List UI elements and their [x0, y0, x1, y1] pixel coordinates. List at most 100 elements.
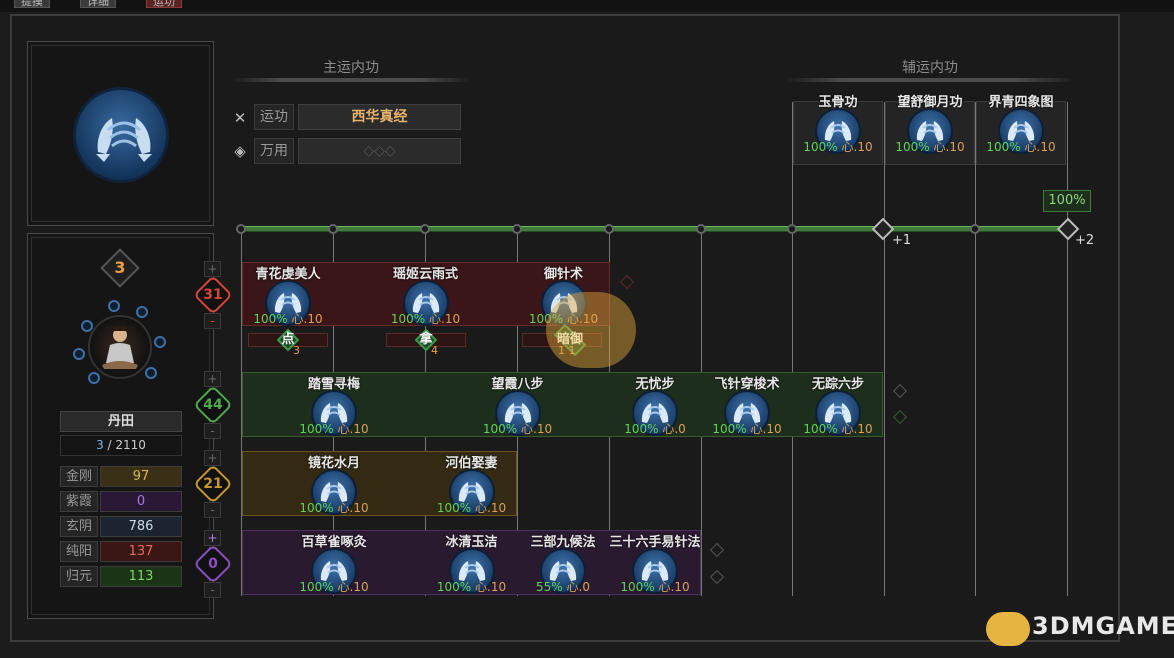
milestone-2-label: +2: [1075, 233, 1095, 248]
gem-value: 44: [203, 397, 223, 413]
track-node: [970, 224, 980, 234]
stat-row: 金刚 97: [60, 466, 182, 488]
skill-progress: 100%: [253, 312, 288, 326]
stat-name: 紫霞: [60, 491, 98, 512]
skill-stat: 55% 心.0: [517, 578, 609, 595]
grid-column-line: [975, 102, 976, 596]
progress-track: [240, 226, 1070, 232]
skill-card[interactable]: 踏雪寻梅 100% 心.10: [242, 373, 426, 437]
skill-progress: 100%: [299, 580, 334, 594]
skill-card[interactable]: 镜花水月 100% 心.10: [242, 452, 426, 516]
skill-progress: 100%: [436, 501, 472, 515]
main-section-title: 主运内功: [323, 60, 379, 76]
decrease-button[interactable]: -: [204, 313, 221, 329]
increase-button[interactable]: +: [204, 261, 221, 277]
skill-card[interactable]: 无踪六步 100% 心.10: [793, 373, 883, 437]
stat-value: 97: [100, 466, 182, 487]
stat-row: 纯阳 137: [60, 541, 182, 563]
track-node: [328, 224, 338, 234]
character-avatar[interactable]: [88, 315, 152, 379]
orbit-node-icon: [73, 348, 85, 360]
track-node: [787, 224, 797, 234]
gem-value: 31: [203, 287, 223, 303]
skill-stat: 100% 心.10: [242, 578, 426, 595]
skill-card[interactable]: 河伯娶妻 100% 心.10: [426, 452, 517, 516]
skill-card[interactable]: 三部九候法 55% 心.0: [517, 531, 609, 595]
tab-detail[interactable]: 详细: [80, 0, 116, 8]
skill-stat: 100% 心.10: [793, 420, 883, 437]
skill-card[interactable]: 界青四象图 100% 心.10: [976, 91, 1066, 155]
stat-row: 紫霞 0: [60, 491, 182, 513]
skill-xin: 心.0: [662, 422, 686, 436]
skill-progress: 55%: [536, 580, 563, 594]
skill-stat: 100% 心.10: [426, 578, 517, 595]
orbit-node-icon: [154, 336, 166, 348]
slot-label-yungong: 运功: [254, 104, 294, 130]
stat-row: 玄阴 786: [60, 516, 182, 538]
attribute-gem: 44: [193, 385, 233, 425]
skill-progress: 100%: [986, 140, 1021, 154]
grid-column-line: [884, 102, 885, 596]
attribute-gem: 21: [193, 464, 233, 504]
track-node: [696, 224, 706, 234]
dantian-label: 丹田: [60, 411, 182, 432]
gem-value: 0: [208, 556, 218, 572]
stat-name: 归元: [60, 566, 98, 587]
skill-card[interactable]: 三十六手易针法 100% 心.10: [609, 531, 701, 595]
increase-button[interactable]: +: [204, 530, 221, 546]
main-skill-emblem[interactable]: [73, 87, 169, 183]
crossed-swords-icon: ✕: [233, 109, 247, 127]
skill-xin: 心.10: [475, 580, 507, 594]
skill-xin: 心.10: [521, 422, 553, 436]
dantian-max: / 2110: [107, 438, 146, 452]
dantian-value: 3 / 2110: [60, 435, 182, 456]
tag-dian-count: 3: [293, 344, 300, 357]
skill-card[interactable]: 无忧步 100% 心.0: [609, 373, 701, 437]
aux-section-divider: [784, 78, 1076, 82]
track-node: [420, 224, 430, 234]
skill-progress: 100%: [624, 422, 659, 436]
skill-progress: 100%: [299, 501, 334, 515]
decrease-button[interactable]: -: [204, 423, 221, 439]
skill-card[interactable]: 百草雀啄灸 100% 心.10: [242, 531, 426, 595]
stat-name: 玄阴: [60, 516, 98, 537]
skill-xin: 心.10: [1024, 140, 1056, 154]
skill-xin: 心.10: [337, 580, 369, 594]
skill-xin: 心.10: [658, 580, 690, 594]
skill-card[interactable]: 飞针穿梭术 100% 心.10: [701, 373, 793, 437]
aux-section-title: 辅运内功: [902, 60, 958, 76]
skill-stat: 100% 心.10: [426, 420, 609, 437]
track-percent-badge: 100%: [1043, 190, 1091, 212]
skill-stat: 100% 心.10: [242, 310, 334, 327]
skill-progress: 100%: [803, 140, 838, 154]
skill-card[interactable]: 青花虔美人 100% 心.10: [242, 263, 334, 327]
skill-progress: 100%: [620, 580, 655, 594]
skill-progress: 100%: [390, 312, 426, 326]
stat-value: 137: [100, 541, 182, 562]
stat-value: 786: [100, 516, 182, 537]
slot-value-yungong[interactable]: 西华真经: [298, 104, 461, 130]
skill-card[interactable]: 玉骨功 100% 心.10: [793, 91, 883, 155]
slot-value-wanyong[interactable]: ◇◇◇: [298, 138, 461, 164]
increase-button[interactable]: +: [204, 450, 221, 466]
tab-neigong[interactable]: 运功: [146, 0, 182, 8]
decrease-button[interactable]: -: [204, 582, 221, 598]
decrease-button[interactable]: -: [204, 502, 221, 518]
skill-card[interactable]: 望舒御月功 100% 心.10: [885, 91, 975, 155]
skill-xin: 心.10: [291, 312, 323, 326]
tag-na-count: 4: [431, 344, 438, 357]
skill-card[interactable]: 瑶姬云雨式 100% 心.10: [334, 263, 517, 327]
increase-button[interactable]: +: [204, 371, 221, 387]
skill-xin: 心.10: [933, 140, 965, 154]
attribute-gem: 31: [193, 275, 233, 315]
skill-card[interactable]: 冰清玉洁 100% 心.10: [426, 531, 517, 595]
skill-card[interactable]: 望霞八步 100% 心.10: [426, 373, 609, 437]
track-node: [236, 224, 246, 234]
milestone-1-label: +1: [892, 233, 912, 248]
stat-row: 归元 113: [60, 566, 182, 588]
skill-stat: 100% 心.0: [609, 420, 701, 437]
skill-stat: 100% 心.10: [793, 138, 883, 155]
skill-xin: 心.10: [337, 422, 369, 436]
skill-progress: 100%: [895, 140, 930, 154]
tab-overview[interactable]: 提摸: [14, 0, 50, 8]
